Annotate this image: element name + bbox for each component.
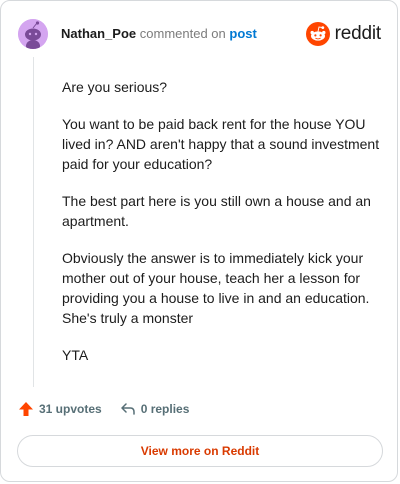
snoo-avatar-icon [18, 19, 48, 49]
reddit-logo-icon [305, 22, 330, 46]
reply-count: 0 replies [140, 402, 190, 416]
view-more-button[interactable]: View more on Reddit [17, 435, 383, 467]
comment-embed-card: Nathan_Poe commented on post reddit Are … [0, 0, 398, 482]
comment-paragraph: Obviously the answer is to immediately k… [62, 250, 370, 326]
username-link[interactable]: Nathan_Poe [61, 26, 136, 41]
comment-header: Nathan_Poe commented on post [61, 26, 257, 41]
post-link[interactable]: post [229, 26, 256, 41]
user-avatar[interactable] [18, 19, 48, 49]
comment-body: Are you serious? You want to be paid bac… [62, 77, 382, 382]
comment-paragraph: YTA [62, 347, 89, 363]
comment-paragraph: You want to be paid back rent for the ho… [62, 116, 380, 172]
upvote-arrow-icon [19, 402, 33, 416]
reply-button[interactable]: 0 replies [120, 401, 190, 417]
upvote-button[interactable]: 31 upvotes [18, 401, 102, 417]
brand-wordmark: reddit [334, 23, 382, 44]
reply-arrow-icon [120, 403, 135, 415]
comment-paragraph: The best part here is you still own a ho… [62, 193, 371, 229]
comment-actions: 31 upvotes 0 replies [18, 401, 189, 417]
commented-on-text: commented on [139, 26, 226, 41]
thread-line [33, 57, 34, 387]
reddit-brand[interactable]: reddit [305, 22, 382, 46]
comment-paragraph: Are you serious? [62, 79, 168, 95]
upvote-count: 31 upvotes [39, 402, 102, 416]
